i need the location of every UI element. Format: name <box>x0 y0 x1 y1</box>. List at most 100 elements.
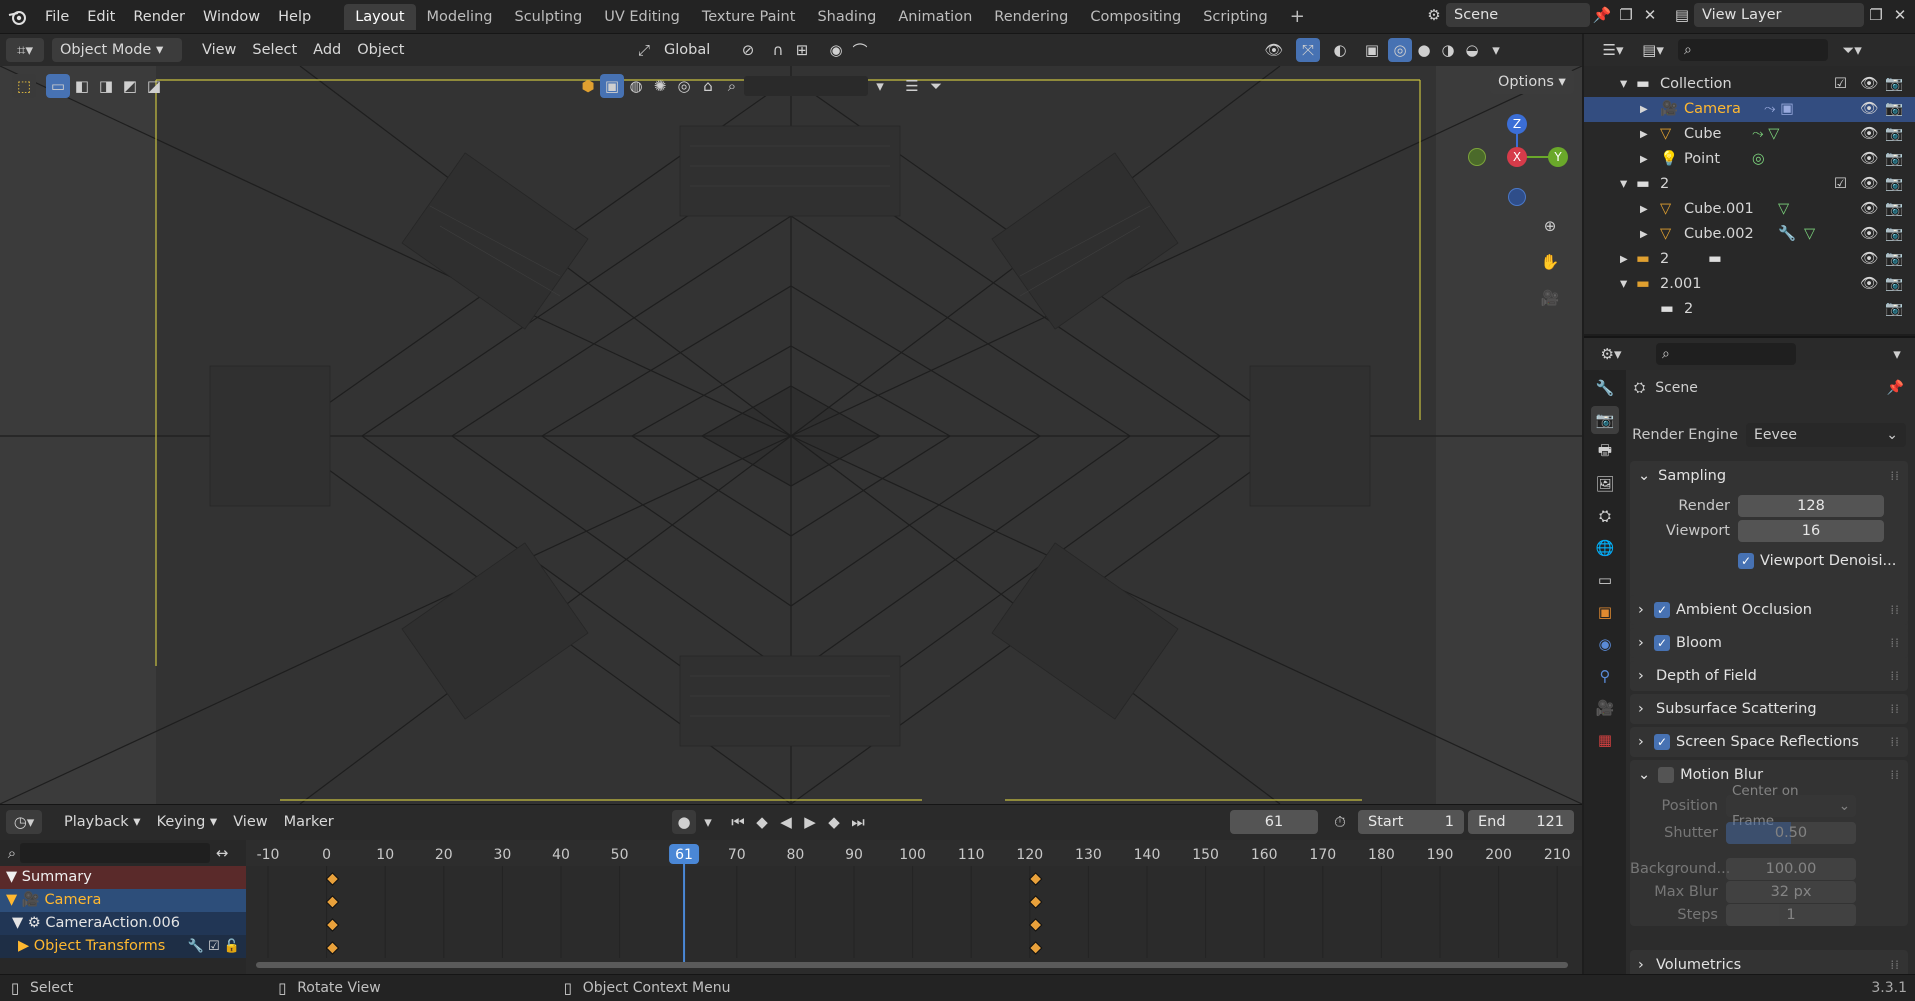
select-intersect-icon[interactable]: ◪ <box>142 74 166 98</box>
render-samples-field[interactable]: 128 <box>1738 495 1884 517</box>
view-layer-field[interactable]: View Layer <box>1694 3 1864 27</box>
pivot-icon[interactable]: ⊘ <box>736 38 760 62</box>
outliner-row-camera[interactable]: ▶ 🎥 Camera ⤳ ▣ 👁 📷 <box>1584 97 1915 122</box>
keyframe-diamond[interactable] <box>1028 872 1043 886</box>
options-dropdown[interactable]: Options ▾ <box>1490 70 1574 94</box>
exclude-checkbox[interactable]: ☑ <box>1834 72 1847 97</box>
world-tab-icon[interactable]: 🌐 <box>1591 534 1619 562</box>
tab-compositing[interactable]: Compositing <box>1079 4 1192 30</box>
editor-type-icon[interactable]: ⌗▾ <box>6 38 44 62</box>
keyframe-diamond[interactable] <box>325 941 340 955</box>
subsurface-scattering-panel[interactable]: › Subsurface Scattering ⁞⁞ <box>1630 694 1908 724</box>
expand-arrow-icon[interactable]: ▾ <box>1620 272 1627 297</box>
timeline-view-menu[interactable]: View <box>225 810 275 834</box>
screen-space-reflections-panel[interactable]: › ✓ Screen Space Reflections ⁞⁞ <box>1630 727 1908 757</box>
visibility-icon[interactable]: 👁 <box>1262 38 1286 62</box>
eye-icon[interactable]: 👁 <box>1860 272 1878 297</box>
eye-icon[interactable]: 👁 <box>1860 247 1878 272</box>
select-extend-icon[interactable]: ◧ <box>70 74 94 98</box>
delete-view-layer-icon[interactable]: ✕ <box>1888 3 1912 27</box>
menu-edit[interactable]: Edit <box>78 0 124 34</box>
timeline-scrollbar[interactable] <box>256 962 1568 968</box>
expand-arrow-icon[interactable]: ▶ <box>1640 147 1648 172</box>
funnel-icon[interactable]: ⏷ <box>924 74 948 98</box>
scene-filter-icon[interactable]: ⌂ <box>696 74 720 98</box>
start-frame-field[interactable]: Start 1 <box>1358 810 1464 834</box>
channel-camera[interactable]: ▼ 🎥 Camera <box>0 889 246 912</box>
output-tab-icon[interactable]: 🖶 <box>1591 438 1619 466</box>
end-frame-field[interactable]: End 121 <box>1468 810 1574 834</box>
scene-icon[interactable]: ⚙ <box>1422 3 1446 27</box>
outliner-row-cube[interactable]: ▶ ▽ Cube ⤳ ▽ 👁 📷 <box>1584 122 1915 147</box>
keyframe-diamond[interactable] <box>325 918 340 932</box>
tab-shading[interactable]: Shading <box>806 4 887 30</box>
render-camera-icon[interactable]: 📷 <box>1885 122 1903 147</box>
steps-field[interactable]: 1 <box>1726 904 1856 926</box>
render-camera-icon[interactable]: 📷 <box>1885 222 1903 247</box>
drag-handle-icon[interactable]: ⁞⁞ <box>1890 595 1900 625</box>
bloom-checkbox[interactable]: ✓ <box>1654 635 1670 651</box>
menu-add[interactable]: Add <box>305 38 349 62</box>
tab-uv-editing[interactable]: UV Editing <box>593 4 691 30</box>
sampling-panel-header[interactable]: ⌄ Sampling <box>1630 461 1908 491</box>
menu-render[interactable]: Render <box>124 0 194 34</box>
keyframe-diamond[interactable] <box>325 895 340 909</box>
particles-filter-icon[interactable]: ✺ <box>648 74 672 98</box>
pin-icon[interactable]: 📌 <box>1590 3 1614 27</box>
expand-arrow-icon[interactable]: ▾ <box>1620 172 1627 197</box>
menu-select[interactable]: Select <box>244 38 305 62</box>
tab-scripting[interactable]: Scripting <box>1192 4 1278 30</box>
channel-object-transforms[interactable]: ▶ Object Transforms 🔧 ☑ 🔓 <box>0 935 246 958</box>
physics-tab-icon[interactable]: ◉ <box>1591 630 1619 658</box>
drag-handle-icon[interactable]: ⁞⁞ <box>1890 694 1900 724</box>
mode-dropdown[interactable]: Object Mode ▾ <box>52 38 182 62</box>
max-blur-field[interactable]: 32 px <box>1726 881 1856 903</box>
keyframe-diamond[interactable] <box>1028 941 1043 955</box>
expand-arrow-icon[interactable]: ▶ <box>1640 97 1648 122</box>
channel-search-input[interactable] <box>20 843 210 863</box>
mesh-filter-icon[interactable]: ⬢ <box>576 74 600 98</box>
menu-object[interactable]: Object <box>349 38 412 62</box>
tab-sculpting[interactable]: Sculpting <box>503 4 593 30</box>
channel-summary[interactable]: ▼ Summary <box>0 866 246 889</box>
pan-hand-icon[interactable]: ✋ <box>1538 250 1562 274</box>
wireframe-shading-icon[interactable]: ◎ <box>1388 38 1412 62</box>
exclude-checkbox[interactable]: ☑ <box>1834 172 1847 197</box>
shutter-slider[interactable]: 0.50 <box>1726 822 1856 844</box>
cursor-tool-icon[interactable]: ⬚ <box>12 74 36 98</box>
ambient-occlusion-panel[interactable]: › ✓ Ambient Occlusion ⁞⁞ <box>1630 595 1908 625</box>
render-engine-dropdown[interactable]: Eevee ⌄ <box>1746 423 1906 447</box>
material-shading-icon[interactable]: ◑ <box>1436 38 1460 62</box>
gizmo-x-axis[interactable]: X <box>1507 147 1527 167</box>
outliner-editor-type-icon[interactable]: ☰▾ <box>1596 38 1630 62</box>
tab-texture-paint[interactable]: Texture Paint <box>691 4 807 30</box>
snap-icon[interactable]: ∩ <box>766 38 790 62</box>
camera-view-icon[interactable]: 🎥 <box>1538 286 1562 310</box>
play-icon[interactable]: ▶ <box>798 810 822 834</box>
outliner-row-2-001[interactable]: ▾ ▬ 2.001 👁 📷 <box>1584 272 1915 297</box>
gizmo-toggle-icon[interactable]: ⤧ <box>1296 38 1320 62</box>
current-frame-field[interactable]: 61 <box>1230 810 1318 834</box>
eye-icon[interactable]: 👁 <box>1860 147 1878 172</box>
menu-view[interactable]: View <box>194 38 244 62</box>
menu-file[interactable]: File <box>36 0 78 34</box>
tab-modeling[interactable]: Modeling <box>416 4 504 30</box>
record-options-icon[interactable]: ▾ <box>696 810 720 834</box>
render-camera-icon[interactable]: 📷 <box>1885 147 1903 172</box>
keying-menu[interactable]: Keying ▾ <box>149 810 226 834</box>
display-mode-icon[interactable]: ☰ <box>900 74 924 98</box>
expand-arrow-icon[interactable]: ▶ <box>1640 197 1648 222</box>
drag-handle-icon[interactable]: ⁞⁞ <box>1890 628 1900 658</box>
keyframe-diamond[interactable] <box>1028 895 1043 909</box>
channel-controls-icon[interactable]: 🔧 ☑ 🔓 <box>188 935 240 958</box>
render-camera-icon[interactable]: 📷 <box>1885 247 1903 272</box>
gizmo-z-axis[interactable]: Z <box>1507 114 1527 134</box>
gizmo-neg-y-axis[interactable] <box>1468 148 1486 166</box>
tab-layout[interactable]: Layout <box>344 3 416 30</box>
navigation-gizmo[interactable]: Z X Y <box>1462 106 1572 206</box>
eye-icon[interactable]: 👁 <box>1860 197 1878 222</box>
ambient-occlusion-checkbox[interactable]: ✓ <box>1654 602 1670 618</box>
menu-help[interactable]: Help <box>269 0 320 34</box>
record-icon[interactable]: ● <box>672 810 696 834</box>
outliner-row-cube-002[interactable]: ▶ ▽ Cube.002 🔧 ▽ 👁 📷 <box>1584 222 1915 247</box>
